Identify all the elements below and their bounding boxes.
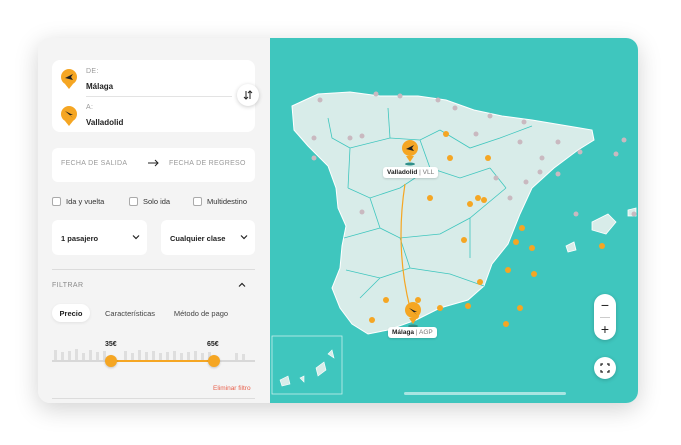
- departure-pin-tail: [65, 84, 73, 89]
- tab-payment-method[interactable]: Método de pago: [168, 304, 234, 322]
- canary-islands: [279, 349, 335, 387]
- checkbox-one-way[interactable]: [129, 197, 138, 206]
- price-histogram: [54, 349, 245, 360]
- clear-filter-link[interactable]: Eliminar filtro: [213, 385, 251, 392]
- departure-date-placeholder[interactable]: FECHA DE SALIDA: [61, 160, 127, 167]
- trip-type-round-label: Ida y vuelta: [66, 197, 105, 206]
- class-value: Cualquier clase: [170, 234, 226, 243]
- origin-pin-icon: [405, 302, 421, 328]
- route-map[interactable]: Valladolid | VLL Málaga | AGP − +: [270, 38, 638, 403]
- passengers-select[interactable]: 1 pasajero: [52, 220, 147, 255]
- zoom-controls: − +: [594, 294, 616, 340]
- balearic-islands: [591, 213, 617, 235]
- departure-plane-icon: [61, 69, 77, 85]
- route-box: DE: Málaga A: Valladolid: [52, 60, 259, 132]
- trip-type-multi[interactable]: Multidestino: [193, 197, 247, 206]
- trip-type-oneway-label: Solo ida: [143, 197, 171, 206]
- chevron-down-icon: [240, 235, 248, 240]
- spain-map: [271, 91, 637, 395]
- swap-arrows-icon: [243, 90, 253, 100]
- route-divider: [86, 96, 232, 97]
- dates-field[interactable]: FECHA DE SALIDA FECHA DE REGRESO: [52, 148, 255, 182]
- filter-title: FILTRAR: [52, 282, 84, 289]
- from-city[interactable]: Málaga: [86, 82, 113, 91]
- zoom-in-button[interactable]: +: [594, 318, 616, 340]
- arrival-plane-icon: [61, 106, 77, 122]
- origin-city-name: Málaga: [392, 329, 415, 336]
- fullscreen-button[interactable]: [594, 357, 616, 379]
- search-panel: DE: Málaga A: Valladolid FECHA DE SALIDA…: [38, 38, 270, 403]
- destination-city-code: VLL: [422, 169, 435, 176]
- trip-type-round[interactable]: Ida y vuelta: [52, 197, 104, 206]
- trip-type-oneway[interactable]: Solo ida: [129, 197, 170, 206]
- swap-route-button[interactable]: [237, 84, 259, 106]
- bottom-divider: [52, 398, 255, 399]
- checkbox-round-trip[interactable]: [52, 197, 61, 206]
- to-city[interactable]: Valladolid: [86, 118, 123, 127]
- to-label: A:: [86, 104, 94, 111]
- tab-price[interactable]: Precio: [52, 304, 90, 322]
- price-slider-range: [110, 360, 215, 362]
- origin-city-label: Málaga | AGP: [388, 327, 437, 338]
- destination-city-label: Valladolid | VLL: [383, 167, 439, 178]
- passengers-value: 1 pasajero: [61, 234, 99, 243]
- return-date-placeholder[interactable]: FECHA DE REGRESO: [169, 160, 246, 167]
- chevron-up-icon[interactable]: [238, 281, 246, 289]
- arrow-right-icon: [148, 159, 159, 167]
- checkbox-multi[interactable]: [193, 197, 202, 206]
- map-scrollbar[interactable]: [404, 392, 566, 395]
- destination-city-name: Valladolid: [387, 169, 418, 176]
- class-select[interactable]: Cualquier clase: [161, 220, 255, 255]
- price-slider-min-handle[interactable]: [104, 355, 117, 367]
- tab-features[interactable]: Características: [100, 304, 160, 322]
- flight-search-card: DE: Málaga A: Valladolid FECHA DE SALIDA…: [38, 38, 638, 403]
- price-slider-max-handle[interactable]: [208, 355, 221, 367]
- trip-type-multi-label: Multidestino: [207, 197, 248, 206]
- from-label: DE:: [86, 68, 99, 75]
- chevron-down-icon: [132, 235, 140, 240]
- mainland-spain: [291, 91, 595, 335]
- arrival-pin-tail: [65, 121, 73, 126]
- origin-city-code: AGP: [419, 329, 433, 336]
- filter-divider: [52, 269, 255, 270]
- zoom-out-button[interactable]: −: [594, 294, 616, 316]
- fullscreen-icon: [600, 363, 610, 373]
